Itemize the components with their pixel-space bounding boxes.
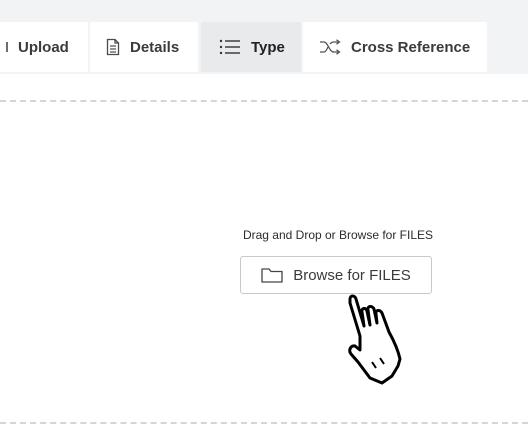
upload-panel: Drag and Drop or Browse for FILES Browse… bbox=[0, 74, 528, 426]
tab-bar: Upload Details Type Cross Reference bbox=[0, 0, 528, 74]
tab-type-label: Type bbox=[251, 38, 285, 56]
tab-upload-label: Upload bbox=[18, 38, 69, 56]
browse-files-label: Browse for FILES bbox=[293, 266, 411, 284]
tab-cross-reference-label: Cross Reference bbox=[351, 38, 471, 56]
tab-details[interactable]: Details bbox=[90, 22, 198, 72]
folder-icon bbox=[261, 267, 283, 283]
tab-details-label: Details bbox=[130, 38, 180, 56]
list-icon bbox=[219, 39, 241, 55]
shuffle-icon bbox=[319, 39, 341, 55]
dropzone-border-top bbox=[0, 100, 528, 102]
tab-cross-reference[interactable]: Cross Reference bbox=[303, 22, 487, 72]
tab-type[interactable]: Type bbox=[201, 22, 301, 72]
document-icon bbox=[106, 38, 120, 56]
hand-pointer-icon bbox=[340, 288, 444, 393]
tab-upload[interactable]: Upload bbox=[0, 22, 88, 72]
dropzone-instruction: Drag and Drop or Browse for FILES bbox=[242, 228, 434, 242]
dropzone-border-bottom bbox=[0, 422, 528, 424]
tab-edge-mark bbox=[6, 42, 8, 52]
